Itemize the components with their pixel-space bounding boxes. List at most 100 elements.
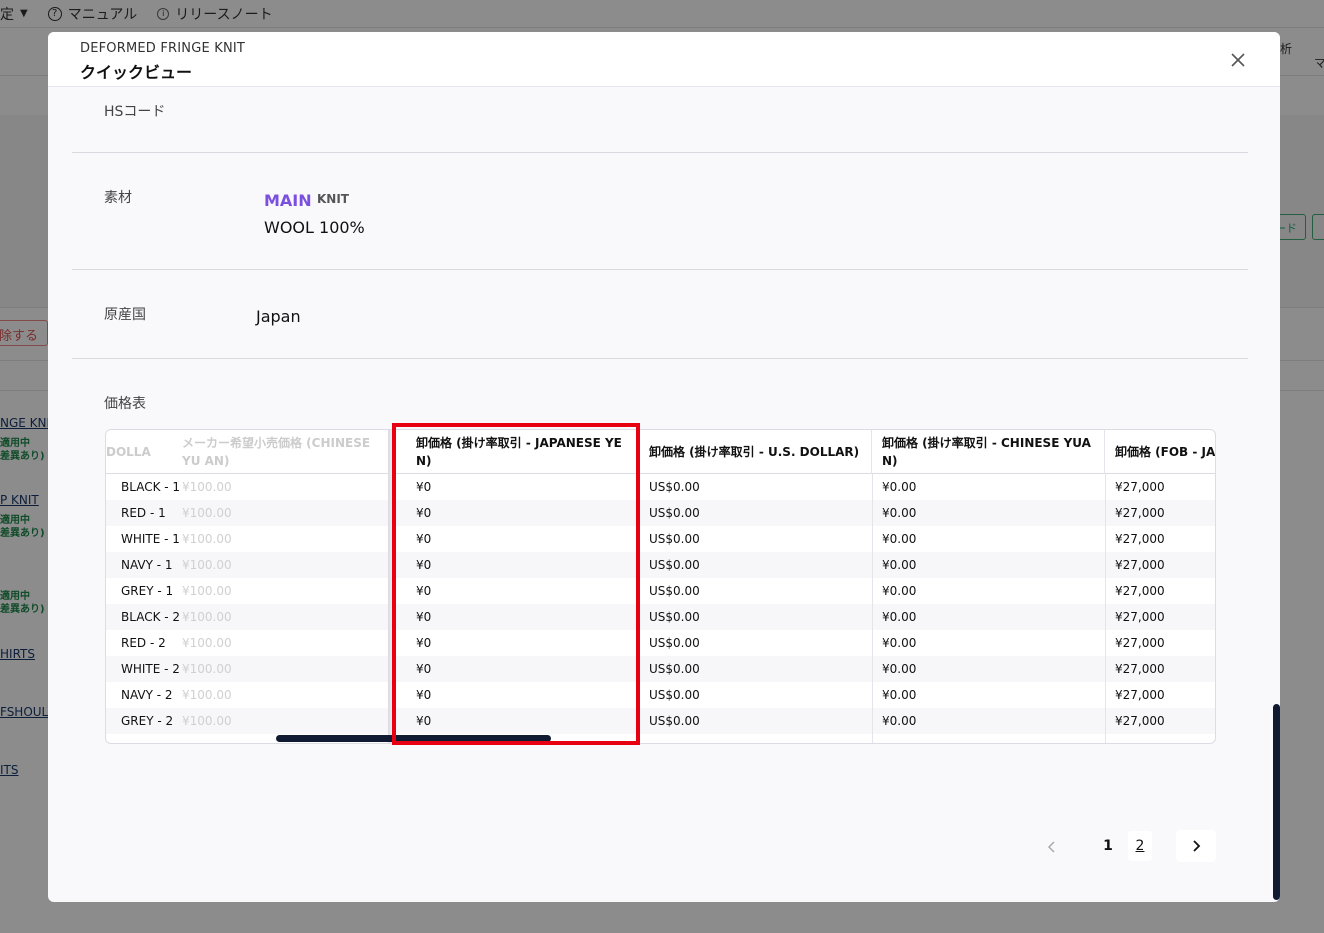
cell-fob-jpy: ¥27,000 [1115,480,1165,494]
cell-retail-cny: ¥100.00 [182,636,232,650]
cell-wholesale-cny: ¥0.00 [882,558,917,572]
cell-wholesale-usd: US$0.00 [649,636,700,650]
cell-wholesale-cny: ¥0.00 [882,506,917,520]
cell-fob-jpy: ¥27,000 [1115,610,1165,624]
cell-wholesale-jpy: ¥0 [416,610,432,624]
cell-variant-name: RED - 2 [121,636,166,650]
pagination-page-1[interactable]: 1 [1096,831,1120,861]
column-divider [1105,474,1106,743]
cell-wholesale-jpy: ¥0 [416,662,432,676]
cell-retail-cny: ¥100.00 [182,506,232,520]
column-header-retail-cny: メーカー希望小売価格 (CHINESE YU AN) [182,436,371,468]
cell-wholesale-cny: ¥0.00 [882,662,917,676]
cell-fob-jpy: ¥27,000 [1115,558,1165,572]
modal-title: クイックビュー [80,63,193,82]
column-divider [872,474,873,743]
column-header-wholesale-jpy: 卸価格 (掛け率取引 - JAPANESE YE N) [406,430,639,474]
cell-variant-name: NAVY - 1 [121,558,173,572]
close-icon [1231,53,1245,67]
cell-retail-cny: ¥100.00 [182,584,232,598]
sticky-column-shadow [388,430,392,743]
table-row: NAVY - 1 ¥100.00 ¥0 US$0.00 ¥0.00 ¥27,000 [106,552,1215,578]
cell-fob-jpy: ¥27,000 [1115,636,1165,650]
cell-wholesale-cny: ¥0.00 [882,480,917,494]
column-header-fob-jpy: 卸価格 (FOB - JAPA [1115,445,1216,459]
price-table-label: 価格表 [104,396,146,412]
cell-wholesale-usd: US$0.00 [649,714,700,728]
pagination-prev-button[interactable] [1036,831,1068,863]
origin-label: 原産国 [104,307,146,323]
cell-wholesale-cny: ¥0.00 [882,610,917,624]
modal-body: HSコード 素材 MAIN KNIT WOOL 100% 原産国 Japan 価… [48,87,1280,902]
price-table[interactable]: DOLLA メーカー希望小売価格 (CHINESE YU AN) 卸価格 (掛け… [105,429,1216,744]
pagination-page-2[interactable]: 2 [1128,831,1152,861]
column-divider [639,474,640,743]
cell-wholesale-jpy: ¥0 [416,636,432,650]
table-header: DOLLA メーカー希望小売価格 (CHINESE YU AN) 卸価格 (掛け… [106,430,1216,474]
cell-wholesale-usd: US$0.00 [649,688,700,702]
cell-wholesale-usd: US$0.00 [649,610,700,624]
cell-variant-name: BLACK - 2 [121,610,181,624]
close-button[interactable] [1226,48,1250,72]
cell-wholesale-jpy: ¥0 [416,532,432,546]
table-horizontal-scrollbar[interactable] [276,735,551,742]
cell-fob-jpy: ¥27,000 [1115,714,1165,728]
cell-variant-name: GREY - 1 [121,584,174,598]
cell-fob-jpy: ¥27,000 [1115,688,1165,702]
cell-variant-name: WHITE - 1 [121,532,180,546]
modal-vertical-scrollbar[interactable] [1273,704,1280,900]
cell-variant-name: GREY - 2 [121,714,174,728]
cell-retail-cny: ¥100.00 [182,558,232,572]
cell-retail-cny: ¥100.00 [182,480,232,494]
cell-wholesale-jpy: ¥0 [416,506,432,520]
cell-wholesale-usd: US$0.00 [649,662,700,676]
cell-wholesale-cny: ¥0.00 [882,636,917,650]
origin-value: Japan [256,307,301,326]
cell-wholesale-cny: ¥0.00 [882,584,917,598]
cell-wholesale-jpy: ¥0 [416,714,432,728]
cell-fob-jpy: ¥27,000 [1115,662,1165,676]
table-row: BLACK - 2 ¥100.00 ¥0 US$0.00 ¥0.00 ¥27,000 [106,604,1215,630]
cell-retail-cny: ¥100.00 [182,610,232,624]
material-value: WOOL 100% [264,218,365,237]
modal-header: DEFORMED FRINGE KNIT クイックビュー [48,32,1280,87]
chevron-right-icon [1193,840,1201,852]
column-header-wholesale-cny: 卸価格 (掛け率取引 - CHINESE YUA N) [872,430,1105,474]
cell-retail-cny: ¥100.00 [182,714,232,728]
material-label: 素材 [104,190,132,206]
chevron-left-icon [1047,841,1055,853]
material-main-tag: MAIN [264,191,312,210]
cell-fob-jpy: ¥27,000 [1115,506,1165,520]
cell-fob-jpy: ¥27,000 [1115,584,1165,598]
cell-variant-name: NAVY - 2 [121,688,173,702]
cell-wholesale-jpy: ¥0 [416,584,432,598]
table-row: WHITE - 1 ¥100.00 ¥0 US$0.00 ¥0.00 ¥27,000 [106,526,1215,552]
table-row: BLACK - 1 ¥100.00 ¥0 US$0.00 ¥0.00 ¥27,000 [106,474,1215,500]
cell-retail-cny: ¥100.00 [182,688,232,702]
cell-fob-jpy: ¥27,000 [1115,532,1165,546]
quick-view-modal: DEFORMED FRINGE KNIT クイックビュー HSコード 素材 MA… [48,32,1280,902]
cell-wholesale-cny: ¥0.00 [882,532,917,546]
material-type-tag: KNIT [317,192,349,206]
divider [72,358,1248,359]
cell-variant-name: WHITE - 2 [121,662,180,676]
column-header-usd-retail: DOLLA [106,445,151,459]
hs-code-label: HSコード [104,104,166,120]
table-row: RED - 2 ¥100.00 ¥0 US$0.00 ¥0.00 ¥27,000 [106,630,1215,656]
cell-wholesale-usd: US$0.00 [649,532,700,546]
cell-wholesale-cny: ¥0.00 [882,714,917,728]
cell-wholesale-usd: US$0.00 [649,558,700,572]
cell-variant-name: BLACK - 1 [121,480,181,494]
cell-wholesale-jpy: ¥0 [416,558,432,572]
pagination-next-button[interactable] [1176,830,1216,862]
cell-variant-name: RED - 1 [121,506,166,520]
cell-retail-cny: ¥100.00 [182,662,232,676]
table-row: GREY - 1 ¥100.00 ¥0 US$0.00 ¥0.00 ¥27,000 [106,578,1215,604]
divider [72,269,1248,270]
cell-wholesale-usd: US$0.00 [649,506,700,520]
cell-wholesale-jpy: ¥0 [416,688,432,702]
table-row: RED - 1 ¥100.00 ¥0 US$0.00 ¥0.00 ¥27,000 [106,500,1215,526]
table-row: WHITE - 2 ¥100.00 ¥0 US$0.00 ¥0.00 ¥27,000 [106,656,1215,682]
cell-retail-cny: ¥100.00 [182,532,232,546]
column-header-wholesale-usd: 卸価格 (掛け率取引 - U.S. DOLLAR) [639,430,872,474]
